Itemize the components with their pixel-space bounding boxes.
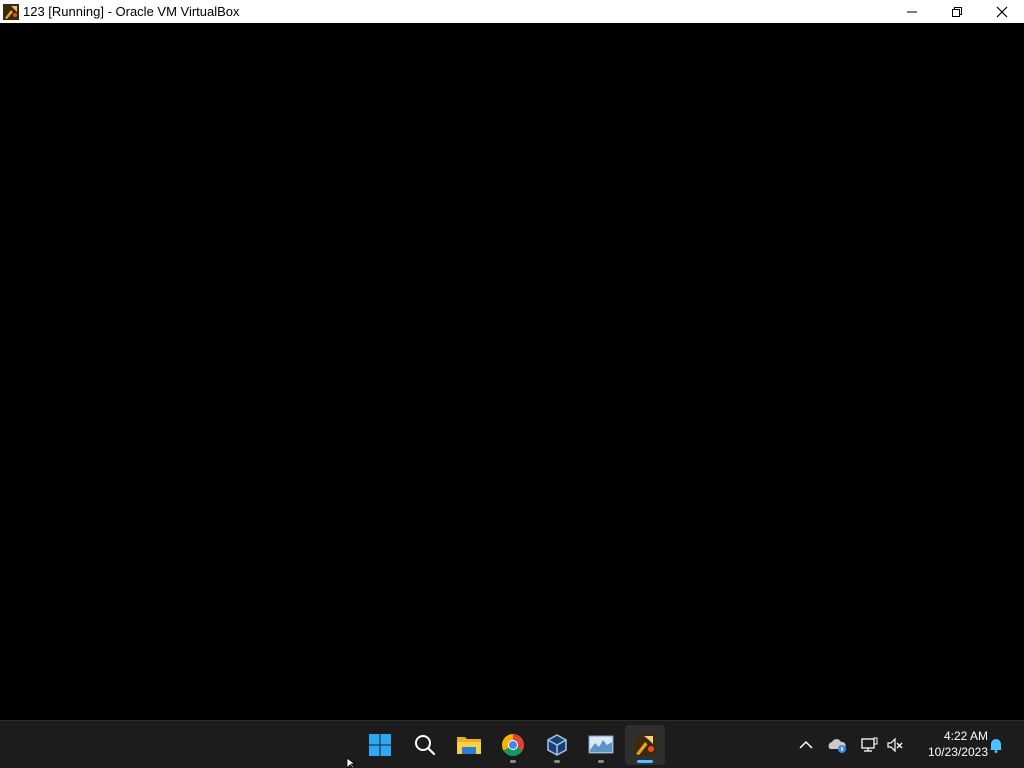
minimize-button[interactable] [889,0,934,23]
clock[interactable]: 4:22 AM 10/23/2023 [912,728,988,760]
virtualbox-vm-icon [634,734,656,756]
restore-button[interactable] [934,0,979,23]
virtualbox-cube-icon [547,734,567,756]
file-explorer-button[interactable] [449,725,489,765]
volume-tray-button[interactable] [885,735,905,755]
virtualbox-vm-icon [3,3,19,20]
onedrive-icon [828,739,846,753]
active-indicator [637,760,653,763]
running-indicator [598,760,604,763]
performance-monitor-icon [588,735,614,754]
search-icon [415,735,436,756]
windows-logo-icon [369,734,391,756]
onedrive-tray-button[interactable] [827,735,847,755]
search-button[interactable] [405,725,445,765]
restore-icon [951,6,962,17]
chrome-icon [502,734,524,756]
start-button[interactable] [360,725,400,765]
running-indicator [510,760,516,763]
close-icon [996,6,1007,17]
window-title: 123 [Running] - Oracle VM VirtualBox [23,4,240,19]
mouse-cursor-icon [346,757,357,768]
network-icon [861,737,878,752]
close-button[interactable] [979,0,1024,23]
title-bar[interactable]: 123 [Running] - Oracle VM VirtualBox [0,0,1024,23]
network-tray-button[interactable] [859,735,879,755]
taskbar: 4:22 AM 10/23/2023 [0,720,1024,768]
minimize-icon [906,11,917,12]
chrome-button[interactable] [493,725,533,765]
clock-date: 10/23/2023 [927,745,988,759]
running-indicator [554,760,560,763]
show-hidden-icons-button[interactable] [796,735,816,755]
clock-time: 4:22 AM [943,729,988,743]
window-controls [889,0,1024,23]
sound-muted-icon [887,737,903,753]
folder-icon [457,737,481,754]
notification-bell-icon [990,739,1002,753]
task-manager-button[interactable] [581,725,621,765]
vm-window-button[interactable] [625,725,665,765]
chevron-up-icon [799,740,813,749]
vm-display[interactable] [0,23,1024,720]
virtualbox-manager-button[interactable] [537,725,577,765]
notifications-button[interactable] [986,735,1006,755]
